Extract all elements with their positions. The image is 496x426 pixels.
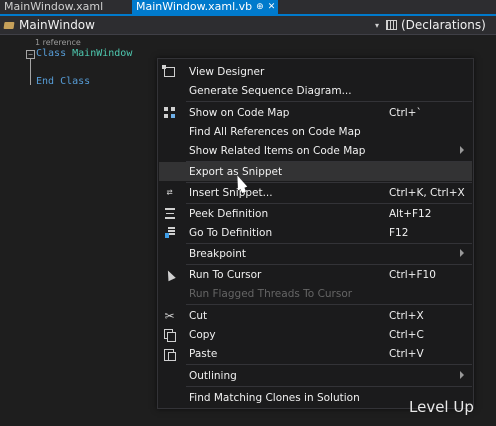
menu-separator: [186, 386, 472, 387]
menu-item-label: Find All References on Code Map: [189, 125, 361, 138]
submenu-arrow-icon: [460, 146, 464, 154]
menu-separator: [186, 304, 472, 305]
peek-icon: [163, 207, 176, 220]
menu-item-shortcut: Ctrl+K, Ctrl+X: [389, 186, 465, 199]
member-dropdown-label: (Declarations): [401, 18, 486, 32]
scissors-icon: ✂: [164, 308, 175, 323]
menu-item-shortcut: Ctrl+C: [389, 328, 424, 341]
menu-item-paste[interactable]: Paste Ctrl+V: [159, 344, 472, 363]
menu-item-show-related-items[interactable]: Show Related Items on Code Map: [159, 141, 472, 160]
menu-item-breakpoint[interactable]: Breakpoint: [159, 244, 472, 263]
tab-mainwindow-xaml-vb[interactable]: MainWindow.xaml.vb ⊕ ✕: [132, 0, 278, 14]
cursor-icon: [163, 268, 176, 281]
menu-item-export-as-snippet[interactable]: Export as Snippet: [159, 162, 472, 181]
menu-item-generate-sequence-diagram[interactable]: Generate Sequence Diagram...: [159, 81, 472, 100]
menu-item-go-to-definition[interactable]: Go To Definition F12: [159, 223, 472, 242]
menu-item-show-on-code-map[interactable]: Show on Code Map Ctrl+`: [159, 103, 472, 122]
type-dropdown[interactable]: MainWindow: [0, 17, 372, 34]
menu-item-shortcut: Ctrl+`: [389, 106, 422, 119]
tab-mainwindow-xaml[interactable]: MainWindow.xaml: [0, 0, 132, 14]
menu-item-copy[interactable]: Copy Ctrl+C: [159, 325, 472, 344]
menu-item-label: Insert Snippet...: [189, 186, 273, 199]
designer-icon: [162, 64, 176, 78]
goto-definition-icon: [163, 226, 176, 239]
context-menu: View Designer Generate Sequence Diagram.…: [157, 58, 474, 409]
menu-separator: [186, 364, 472, 365]
navigation-bar: MainWindow ▾ (Declarations): [0, 16, 496, 35]
menu-item-label: Generate Sequence Diagram...: [189, 84, 352, 97]
menu-item-label: Run To Cursor: [189, 268, 262, 281]
menu-item-run-flagged-threads: Run Flagged Threads To Cursor: [159, 284, 472, 303]
tab-label: MainWindow.xaml: [4, 0, 104, 13]
menu-item-label: Show Related Items on Code Map: [189, 144, 366, 157]
menu-item-label: Show on Code Map: [189, 106, 290, 119]
type-name: MainWindow: [72, 48, 133, 59]
menu-item-label: Copy: [189, 328, 216, 341]
menu-item-peek-definition[interactable]: Peek Definition Alt+F12: [159, 204, 472, 223]
menu-item-shortcut: Alt+F12: [389, 207, 432, 220]
member-dropdown[interactable]: ▾ (Declarations): [372, 17, 496, 34]
submenu-arrow-icon: [460, 371, 464, 379]
menu-item-label: View Designer: [189, 65, 265, 78]
class-icon: [3, 20, 15, 31]
menu-item-label: Cut: [189, 309, 208, 322]
chevron-down-icon: ▾: [374, 20, 379, 30]
menu-item-label: Run Flagged Threads To Cursor: [189, 287, 353, 300]
editor-margin: [0, 36, 16, 426]
menu-item-label: Peek Definition: [189, 207, 269, 220]
codelens-reference-hint[interactable]: 1 reference: [35, 38, 81, 47]
close-icon[interactable]: ✕: [268, 0, 276, 14]
code-map-icon: [163, 106, 176, 119]
menu-item-label: Find Matching Clones in Solution: [189, 391, 360, 404]
menu-item-label: Go To Definition: [189, 226, 273, 239]
keyword-end-class: End Class: [36, 76, 91, 87]
code-line-1: Class MainWindow: [36, 48, 132, 59]
menu-separator: [186, 101, 472, 102]
menu-item-view-designer[interactable]: View Designer: [159, 62, 472, 81]
menu-item-shortcut: F12: [389, 226, 409, 239]
menu-item-find-all-references-code-map[interactable]: Find All References on Code Map: [159, 122, 472, 141]
menu-item-outlining[interactable]: Outlining: [159, 366, 472, 385]
menu-item-cut[interactable]: ✂ Cut Ctrl+X: [159, 306, 472, 325]
submenu-arrow-icon: [460, 249, 464, 257]
copy-icon: [163, 328, 176, 342]
outline-guide: [30, 59, 31, 85]
menu-item-shortcut: Ctrl+F10: [389, 268, 436, 281]
menu-item-insert-snippet[interactable]: ⇄ Insert Snippet... Ctrl+K, Ctrl+X: [159, 183, 472, 202]
tab-label: MainWindow.xaml.vb: [136, 0, 253, 13]
menu-item-shortcut: Ctrl+V: [389, 347, 424, 360]
document-tab-bar: MainWindow.xaml MainWindow.xaml.vb ⊕ ✕: [0, 0, 496, 16]
code-line-2: End Class: [36, 76, 90, 87]
keyword-class: Class: [36, 48, 67, 59]
menu-item-label: Paste: [189, 347, 218, 360]
menu-item-shortcut: Ctrl+X: [389, 309, 424, 322]
type-dropdown-label: MainWindow: [19, 18, 95, 32]
collapse-icon[interactable]: −: [26, 50, 35, 59]
menu-item-label: Outlining: [189, 369, 237, 382]
declarations-icon: [386, 20, 397, 30]
menu-item-label: Breakpoint: [189, 247, 247, 260]
paste-icon: [163, 347, 176, 361]
menu-item-run-to-cursor[interactable]: Run To Cursor Ctrl+F10: [159, 265, 472, 284]
snippet-icon: ⇄: [166, 187, 173, 198]
pin-icon[interactable]: ⊕: [256, 0, 264, 14]
watermark: Level Up: [409, 398, 474, 416]
